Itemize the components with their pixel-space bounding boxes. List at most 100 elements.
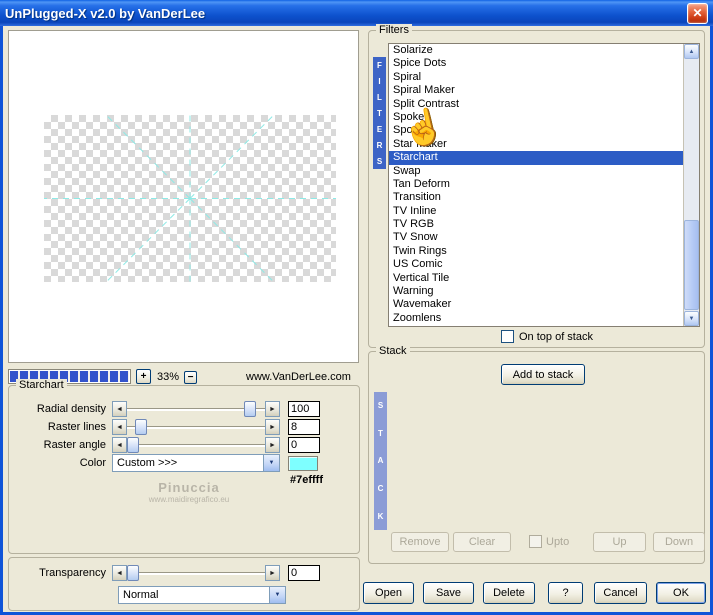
filter-item[interactable]: Spiral (389, 71, 699, 84)
filter-item[interactable]: Vertical Tile (389, 272, 699, 285)
watermark: Pinuccia www.maidiregrafico.eu (119, 480, 259, 504)
raster-angle-slider[interactable] (127, 437, 265, 453)
clear-button[interactable]: Clear (453, 532, 511, 552)
title-bar[interactable]: UnPlugged-X v2.0 by VanDerLee ✕ (0, 0, 713, 26)
raster-lines-increase-button[interactable]: ► (265, 419, 280, 435)
raster-lines-slider[interactable] (127, 419, 265, 435)
transparency-row: Transparency ◄ ► (11, 564, 357, 582)
filter-item[interactable]: Zoomlens (389, 312, 699, 325)
transparency-value-input[interactable] (288, 565, 320, 581)
up-button[interactable]: Up (593, 532, 646, 552)
transparency-group: Transparency ◄ ► Normal ▼ (8, 557, 360, 611)
stack-letter: K (377, 511, 384, 521)
filter-item[interactable]: TV Inline (389, 205, 699, 218)
radial-density-label: Radial density (36, 403, 106, 415)
radial-density-slider-thumb[interactable] (244, 401, 257, 417)
radial-density-increase-button[interactable]: ► (265, 401, 280, 417)
dropdown-arrow-icon: ▼ (269, 587, 285, 603)
stack-letter: S (377, 401, 384, 411)
plus-icon: + (140, 371, 147, 382)
raster-angle-decrease-button[interactable]: ◄ (112, 437, 127, 453)
transparency-increase-button[interactable]: ► (265, 565, 280, 581)
radial-density-slider[interactable] (127, 401, 265, 417)
scrollbar-thumb[interactable] (684, 220, 699, 310)
raster-lines-slider-thumb[interactable] (135, 419, 148, 435)
zoom-in-button[interactable]: + (136, 369, 151, 384)
website-link[interactable]: www.VanDerLee.com (246, 371, 351, 383)
filter-item[interactable]: Twin Rings (389, 245, 699, 258)
save-button[interactable]: Save (423, 582, 474, 604)
filter-item[interactable]: Split Contrast (389, 98, 699, 111)
raster-angle-slider-thumb[interactable] (127, 437, 139, 453)
scroll-down-icon: ▼ (688, 315, 695, 322)
filters-letter: S (376, 156, 383, 166)
scrollbar-down-button[interactable]: ▼ (684, 311, 699, 326)
filter-item[interactable]: Spoke (389, 111, 699, 124)
blend-mode-dropdown[interactable]: Normal ▼ (118, 586, 286, 604)
filter-item[interactable]: Star Maker (389, 138, 699, 151)
filter-list-scrollbar[interactable]: ▲ ▼ (683, 44, 699, 326)
filters-group: Filters F I L T E R S Solarize Spice Dot… (368, 24, 705, 348)
filter-list: Solarize Spice Dots Spiral Spiral Maker … (388, 43, 700, 327)
raster-lines-value-input[interactable] (288, 419, 320, 435)
open-button[interactable]: Open (363, 582, 414, 604)
filter-item-selected[interactable]: Starchart (389, 151, 699, 165)
filter-item[interactable]: Transition (389, 191, 699, 204)
transparency-decrease-button[interactable]: ◄ (112, 565, 127, 581)
arrow-right-icon: ► (269, 405, 276, 413)
stack-group-label: Stack (376, 345, 410, 358)
filter-item[interactable]: Spot (389, 124, 699, 137)
radial-density-decrease-button[interactable]: ◄ (112, 401, 127, 417)
delete-button[interactable]: Delete (483, 582, 535, 604)
raster-angle-increase-button[interactable]: ► (265, 437, 280, 453)
filter-item[interactable]: Tan Deform (389, 178, 699, 191)
color-swatch[interactable] (288, 455, 318, 471)
ok-button[interactable]: OK (656, 582, 706, 604)
arrow-left-icon: ◄ (116, 423, 123, 431)
filters-letter: I (378, 76, 381, 86)
blend-mode-value: Normal (123, 589, 159, 601)
raster-lines-decrease-button[interactable]: ◄ (112, 419, 127, 435)
filter-item[interactable]: Swap (389, 165, 699, 178)
remove-button[interactable]: Remove (391, 532, 449, 552)
filter-item[interactable]: Warning (389, 285, 699, 298)
cancel-button[interactable]: Cancel (594, 582, 647, 604)
raster-angle-value-input[interactable] (288, 437, 320, 453)
scrollbar-up-button[interactable]: ▲ (684, 44, 699, 59)
filters-vertical-label: F I L T E R S (373, 57, 386, 169)
stack-group: Stack Add to stack S T A C K Remove Clea… (368, 345, 705, 564)
starchart-rays-graphic (44, 115, 336, 282)
raster-angle-label: Raster angle (43, 439, 106, 451)
filter-item[interactable]: TV Snow (389, 231, 699, 244)
window-title: UnPlugged-X v2.0 by VanDerLee (5, 5, 206, 21)
arrow-right-icon: ► (269, 441, 276, 449)
on-top-checkbox[interactable] (501, 330, 514, 343)
filter-item[interactable]: Solarize (389, 44, 699, 57)
filters-letter: E (376, 124, 383, 134)
close-button[interactable]: ✕ (687, 2, 708, 24)
help-button[interactable]: ? (548, 582, 583, 604)
minus-icon: − (187, 372, 194, 383)
dropdown-arrow-glyph: ▼ (274, 592, 281, 598)
raster-lines-label: Raster lines (47, 421, 106, 433)
filter-item[interactable]: Wavemaker (389, 298, 699, 311)
preview-panel[interactable] (8, 30, 359, 363)
zoom-out-button[interactable]: − (184, 371, 197, 384)
upto-checkbox[interactable] (529, 535, 542, 548)
dropdown-arrow-glyph: ▼ (268, 460, 275, 466)
on-top-of-stack-option[interactable]: On top of stack (501, 330, 593, 343)
stack-list[interactable] (389, 392, 699, 530)
filter-item[interactable]: TV RGB (389, 218, 699, 231)
close-icon: ✕ (692, 6, 703, 20)
transparency-slider-thumb[interactable] (127, 565, 139, 581)
transparency-slider[interactable] (127, 565, 265, 581)
filter-item[interactable]: Spiral Maker (389, 84, 699, 97)
stack-letter: C (377, 484, 384, 494)
arrow-left-icon: ◄ (116, 405, 123, 413)
color-mode-dropdown[interactable]: Custom >>> ▼ (112, 454, 280, 472)
down-button[interactable]: Down (653, 532, 705, 552)
filter-item[interactable]: Spice Dots (389, 57, 699, 70)
filter-item[interactable]: US Comic (389, 258, 699, 271)
radial-density-value-input[interactable] (288, 401, 320, 417)
add-to-stack-button[interactable]: Add to stack (501, 364, 585, 385)
